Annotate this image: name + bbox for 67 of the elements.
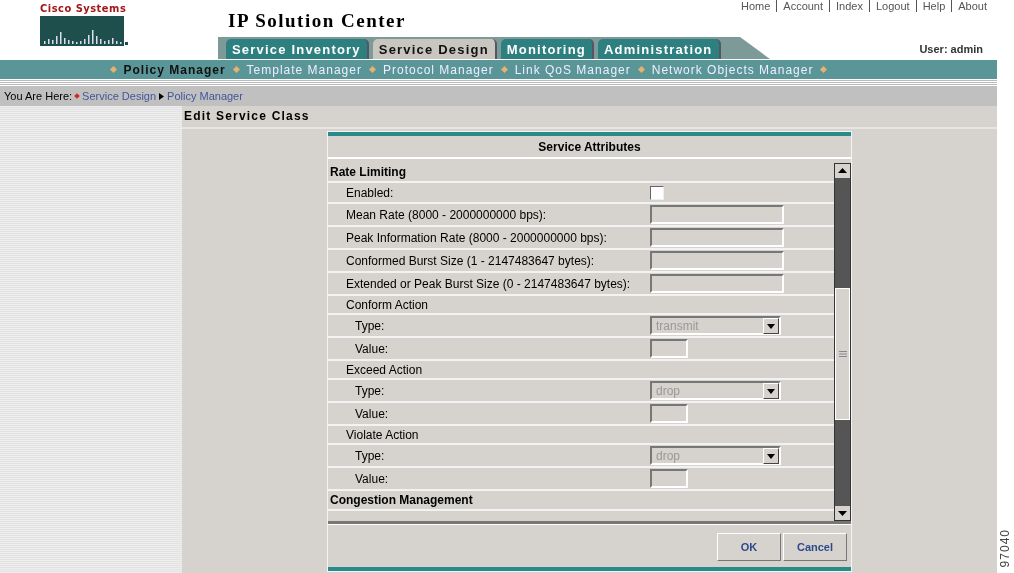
subnav-link[interactable]: Protocol Manager xyxy=(382,62,494,77)
cancel-button[interactable]: Cancel xyxy=(783,533,847,561)
section-heading: Congestion Management xyxy=(329,493,474,507)
top-link[interactable]: Index xyxy=(829,0,869,12)
group-label: Exceed Action xyxy=(345,362,424,377)
bullet-icon xyxy=(820,65,828,74)
logo-bars-icon xyxy=(40,16,128,46)
panel-title: Service Attributes xyxy=(328,136,851,159)
breadcrumb-link[interactable]: Policy Manager xyxy=(167,90,243,102)
subnav-link[interactable]: Template Manager xyxy=(246,62,362,77)
ok-button[interactable]: OK xyxy=(717,533,781,561)
input-field[interactable] xyxy=(650,274,784,293)
chevron-icon xyxy=(159,92,165,100)
product-title: IP Solution Center xyxy=(228,10,407,32)
input-field[interactable] xyxy=(650,205,784,224)
bullet-icon xyxy=(232,65,240,74)
group-label: Conform Action xyxy=(345,297,430,312)
field-label: Extended or Peak Burst Size (0 - 2147483647 bytes): xyxy=(345,276,632,291)
caret-icon xyxy=(763,317,779,334)
input-field[interactable] xyxy=(650,469,688,488)
field-label: Mean Rate (8000 - 2000000000 bps): xyxy=(345,207,548,222)
scroll-thumb[interactable] xyxy=(835,288,850,420)
top-link[interactable]: Logout xyxy=(868,0,916,12)
caret-icon xyxy=(763,447,779,464)
field-label: Enabled: xyxy=(345,185,395,200)
field-label: Peak Information Rate (8000 - 2000000000 bps): xyxy=(345,230,608,245)
scrollbar[interactable] xyxy=(834,163,851,521)
scroll-down-icon[interactable] xyxy=(835,506,850,520)
bullet-icon xyxy=(109,65,117,74)
field-label: Type: xyxy=(354,318,386,333)
breadcrumb-prefix: You Are Here: xyxy=(4,90,73,102)
subnav-link[interactable]: Link QoS Manager xyxy=(514,62,631,77)
figure-number: 97040 xyxy=(998,528,1012,567)
bullet-icon xyxy=(74,93,80,99)
nav-tab[interactable]: Service Design xyxy=(372,39,497,59)
top-link[interactable]: About xyxy=(951,0,993,12)
field-label: Conformed Burst Size (1 - 2147483647 bytes): xyxy=(345,253,596,268)
group-label: Violate Action xyxy=(345,427,420,442)
page-title: Edit Service Class xyxy=(183,108,311,125)
bullet-icon xyxy=(500,65,508,74)
breadcrumb-link[interactable]: Service Design xyxy=(82,90,157,102)
grip-icon xyxy=(838,351,847,357)
nav-tab[interactable]: Administration xyxy=(597,39,721,59)
nav-tab[interactable]: Monitoring xyxy=(500,39,594,59)
subnav-link[interactable]: Network Objects Manager xyxy=(651,62,814,77)
field-label: Value: xyxy=(354,471,390,486)
top-link[interactable]: Home xyxy=(734,0,777,12)
section-heading: Rate Limiting xyxy=(329,165,407,179)
company-name: Cisco Systems xyxy=(40,2,128,15)
bullet-icon xyxy=(368,65,376,74)
nav-tab[interactable]: Service Inventory xyxy=(226,39,369,59)
top-link[interactable]: Account xyxy=(776,0,830,12)
field-label: Value: xyxy=(354,341,390,356)
top-link[interactable]: Help xyxy=(915,0,952,12)
enabled-checkbox[interactable] xyxy=(650,185,664,200)
subnav-link[interactable]: Policy Manager xyxy=(123,62,226,77)
field-label: Type: xyxy=(354,448,386,463)
input-field[interactable] xyxy=(650,228,784,247)
input-field[interactable] xyxy=(650,339,688,358)
field-label: Type: xyxy=(354,383,386,398)
user-label: User: admin xyxy=(919,43,983,55)
input-field[interactable] xyxy=(650,404,688,423)
caret-icon xyxy=(763,382,779,399)
input-field[interactable] xyxy=(650,251,784,270)
scroll-up-icon[interactable] xyxy=(835,164,850,178)
field-label: Value: xyxy=(354,406,390,421)
bullet-icon xyxy=(637,65,645,74)
